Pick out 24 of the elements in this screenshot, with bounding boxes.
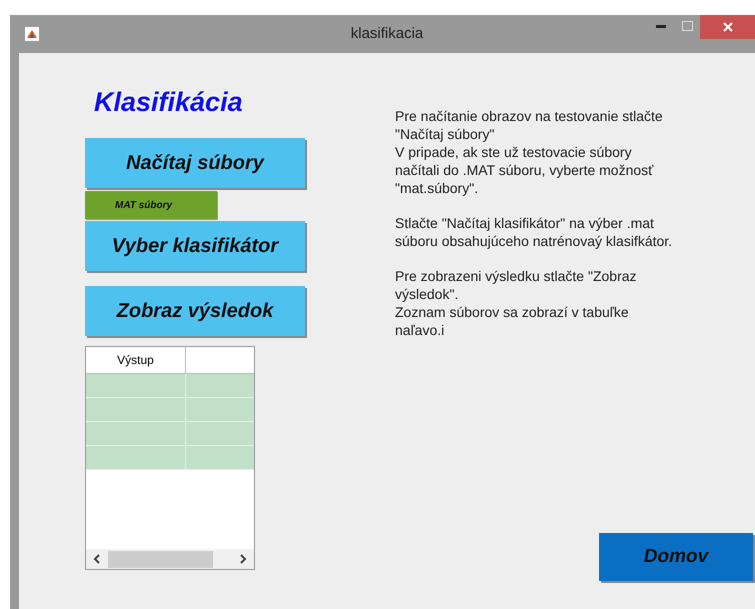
table-row[interactable]	[86, 398, 254, 422]
minimize-icon	[656, 24, 666, 28]
mat-files-button[interactable]: MAT súbory	[85, 191, 217, 219]
close-icon	[722, 22, 732, 32]
horizontal-scrollbar[interactable]	[86, 549, 254, 569]
close-button[interactable]	[700, 15, 755, 39]
action-button[interactable]: Vyber klasifikátor	[85, 221, 305, 271]
maximize-icon	[682, 21, 692, 31]
table-row[interactable]	[86, 446, 254, 470]
scroll-left-icon[interactable]	[93, 554, 101, 564]
instruction-text: Pre zobrazeni výsledku stlačte "Zobraz výsledok". Zoznam súborov sa zobrazí v tabuľke naľavo.i	[395, 267, 638, 339]
scroll-right-icon[interactable]	[239, 554, 247, 564]
home-button[interactable]: Domov	[599, 533, 753, 581]
action-button[interactable]: Načítaj súbory	[85, 138, 305, 188]
column-header: Výstup	[86, 347, 186, 373]
app-heading: Klasifikácia	[94, 87, 243, 118]
table-row[interactable]	[86, 374, 254, 398]
table-row[interactable]	[86, 422, 254, 446]
window-title: klasifikacia	[350, 25, 424, 42]
instruction-text: Pre načítanie obrazov na testovanie stlačte "Načítaj súbory" V pripade, ak ste už testovacie súbory načítali do .MAT súboru, vyberte možnosť "mat.súbory".	[395, 107, 664, 197]
action-button[interactable]: Zobraz výsledok	[85, 286, 305, 336]
scroll-thumb[interactable]	[108, 550, 213, 568]
app-icon	[25, 27, 39, 41]
instruction-text: Stlačte "Načítaj klasifikátor" na výber .mat súboru obsahujúceho natrénovaý klasifkátor.	[395, 214, 674, 250]
